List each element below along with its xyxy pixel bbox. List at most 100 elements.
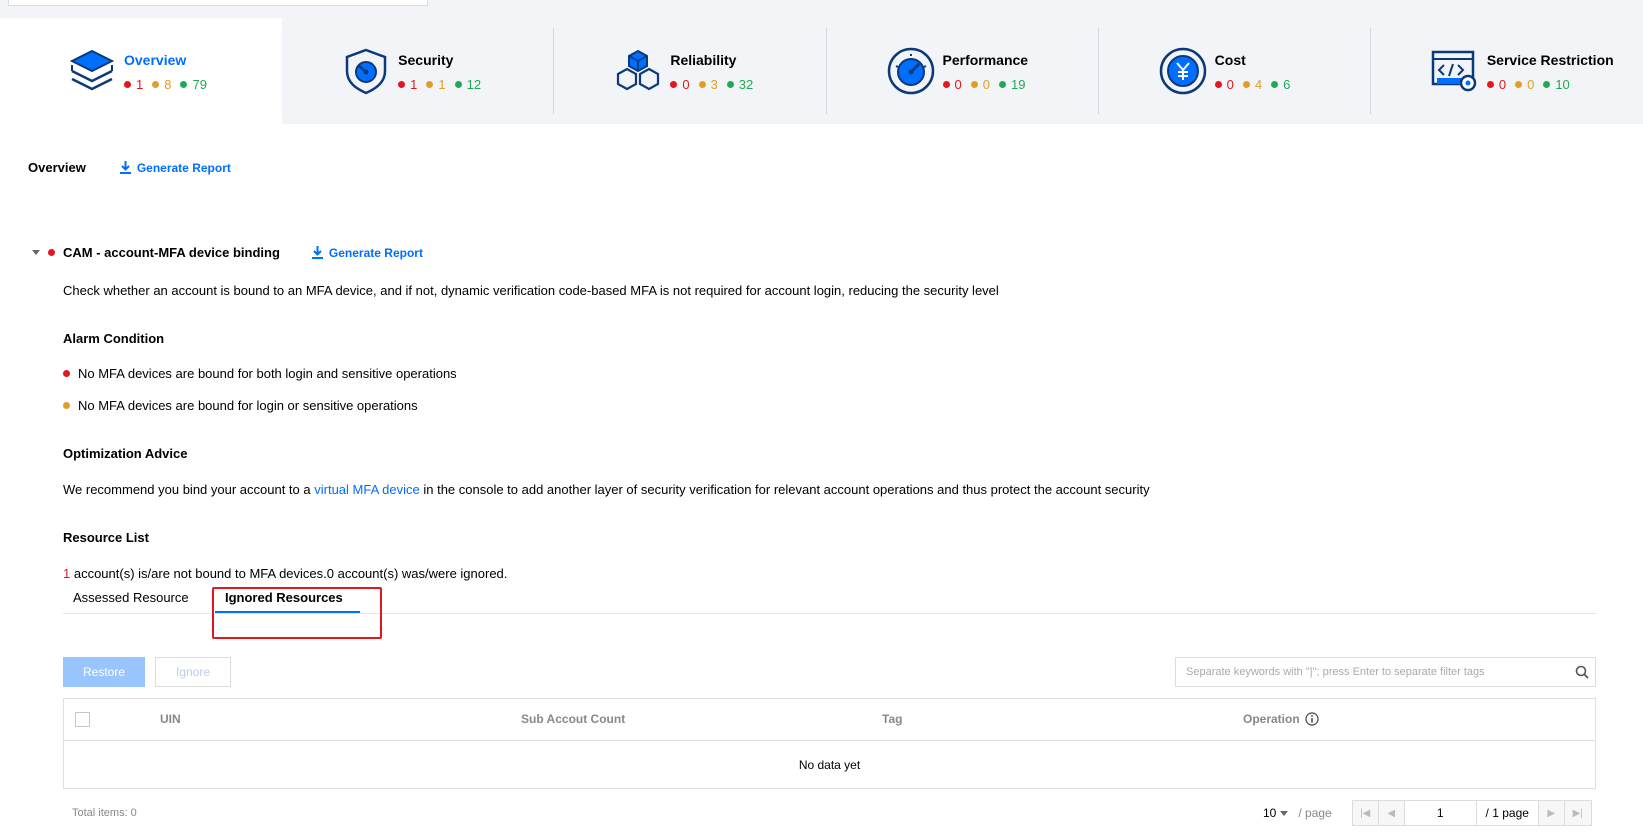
tab-cost-label: Cost xyxy=(1214,51,1246,68)
column-sub-account-count: Sub Accout Count xyxy=(521,712,626,726)
resource-table: UIN Sub Accout Count Tag Operation No da… xyxy=(63,698,1596,789)
column-uin: UIN xyxy=(160,712,181,726)
check-item-title: CAM - account-MFA device binding xyxy=(63,245,280,260)
high-risk-dot xyxy=(124,81,131,88)
tab-service-restriction-label: Service Restriction xyxy=(1486,51,1614,68)
highlight-annotation-box xyxy=(212,587,382,639)
high-count: 1 xyxy=(410,76,418,92)
restore-button[interactable]: Restore xyxy=(63,657,145,687)
last-page-icon[interactable]: ▶| xyxy=(1564,801,1591,825)
filter-search-input[interactable] xyxy=(1176,658,1569,686)
generate-report-button[interactable]: Generate Report xyxy=(119,160,231,175)
tab-performance[interactable]: Performance 0 0 19 xyxy=(827,18,1099,124)
medium-risk-dot xyxy=(970,81,978,88)
low-risk-dot xyxy=(1271,81,1279,88)
check-item-header: CAM - account-MFA device binding Generat… xyxy=(32,245,423,260)
tab-performance-label: Performance xyxy=(942,51,1029,68)
alarm-medium: No MFA devices are bound for login or se… xyxy=(63,398,418,413)
high-risk-dot xyxy=(1214,81,1222,88)
high-risk-dot xyxy=(48,249,55,256)
medium-risk-dot xyxy=(698,81,706,88)
tab-reliability-counts: 0 3 32 xyxy=(670,77,753,93)
tab-overview-label: Overview xyxy=(124,51,187,68)
tab-cost[interactable]: Cost 0 4 6 xyxy=(1099,18,1371,124)
per-page-label: / page xyxy=(1298,806,1332,820)
low-risk-dot xyxy=(454,81,462,88)
resource-list-title: Resource List xyxy=(63,530,149,545)
page-size-select[interactable]: 10 xyxy=(1263,806,1289,820)
ignore-button[interactable]: Ignore xyxy=(155,657,231,687)
alarm-condition-title: Alarm Condition xyxy=(63,331,165,346)
overview-title: Overview xyxy=(28,160,86,175)
pagination: 10 / page |◀ ◀ / 1 page ▶ ▶| xyxy=(1263,800,1592,826)
high-count: 1 xyxy=(136,76,144,92)
column-operation-label: Operation xyxy=(1243,712,1300,726)
yen-coin-icon xyxy=(1157,45,1209,97)
low-count: 6 xyxy=(1283,76,1291,92)
high-risk-dot xyxy=(942,81,950,88)
low-count: 10 xyxy=(1555,76,1570,92)
chevron-down-icon xyxy=(1280,810,1289,816)
medium-count: 0 xyxy=(1527,76,1535,92)
low-count: 79 xyxy=(192,76,207,92)
medium-count: 3 xyxy=(710,76,718,92)
prev-page-icon[interactable]: ◀ xyxy=(1378,801,1405,825)
select-all-checkbox[interactable] xyxy=(75,712,90,727)
tab-assessed-resource[interactable]: Assessed Resource xyxy=(73,590,189,605)
overview-header: Overview Generate Report xyxy=(28,160,231,175)
alarm-high: No MFA devices are bound for both login … xyxy=(63,366,457,381)
first-page-icon[interactable]: |◀ xyxy=(1352,801,1379,825)
tab-service-restriction[interactable]: Service Restriction 0 0 10 xyxy=(1371,18,1643,124)
tab-service-restriction-counts: 0 0 10 xyxy=(1486,76,1614,93)
advice-prefix: We recommend you bind your account to a xyxy=(63,482,315,497)
advice-suffix: in the console to add another layer of s… xyxy=(419,482,1150,497)
virtual-mfa-device-link[interactable]: virtual MFA device xyxy=(314,482,420,497)
high-risk-dot xyxy=(1486,81,1494,88)
low-risk-dot xyxy=(998,81,1006,88)
collapse-caret-icon[interactable] xyxy=(32,250,40,255)
tab-cost-counts: 0 4 6 xyxy=(1214,76,1291,93)
tab-reliability[interactable]: Reliability 0 3 32 xyxy=(554,18,827,124)
code-gear-icon xyxy=(1429,45,1481,97)
info-icon[interactable] xyxy=(1305,712,1319,726)
top-strip xyxy=(0,0,1643,18)
tab-security-label: Security xyxy=(398,51,454,68)
cubes-icon xyxy=(612,45,664,97)
download-icon xyxy=(119,161,131,174)
next-page-icon[interactable]: ▶ xyxy=(1538,801,1565,825)
high-risk-dot xyxy=(398,81,406,88)
generate-report-label: Generate Report xyxy=(136,160,231,175)
low-risk-dot xyxy=(1543,81,1551,88)
page-number-input[interactable] xyxy=(1404,801,1477,825)
high-count: 0 xyxy=(682,76,690,92)
download-icon xyxy=(311,246,323,259)
tab-overview-counts: 1 8 79 xyxy=(124,77,207,93)
table-header: UIN Sub Accout Count Tag Operation xyxy=(64,699,1595,741)
medium-count: 4 xyxy=(1254,76,1263,92)
table-empty-state: No data yet xyxy=(798,758,861,772)
high-count: 0 xyxy=(1226,76,1234,92)
total-items: Total items: 0 xyxy=(72,807,137,819)
top-search-input[interactable] xyxy=(8,0,428,6)
alarm-high-text: No MFA devices are bound for both login … xyxy=(78,366,457,381)
optimization-advice-title: Optimization Advice xyxy=(63,446,188,461)
search-icon[interactable] xyxy=(1569,665,1595,679)
low-count: 12 xyxy=(466,76,482,92)
low-risk-dot xyxy=(180,81,188,88)
low-count: 32 xyxy=(738,76,754,92)
low-risk-dot xyxy=(726,81,734,88)
check-generate-report-button[interactable]: Generate Report xyxy=(311,245,423,260)
high-count: 0 xyxy=(1498,76,1507,92)
medium-risk-dot xyxy=(426,81,434,88)
generate-report-label: Generate Report xyxy=(328,245,423,260)
tab-overview[interactable]: Overview 1 8 79 xyxy=(8,18,283,124)
check-description: Check whether an account is bound to an … xyxy=(63,283,999,298)
medium-risk-dot xyxy=(63,402,70,409)
page-navigator: |◀ ◀ / 1 page ▶ ▶| xyxy=(1351,800,1592,826)
medium-risk-dot xyxy=(1242,81,1250,88)
page-size-value: 10 xyxy=(1263,806,1277,820)
summary-text: account(s) is/are not bound to MFA devic… xyxy=(70,566,508,581)
medium-count: 0 xyxy=(982,76,990,92)
tab-reliability-label: Reliability xyxy=(670,51,737,68)
tab-security[interactable]: Security 1 1 12 xyxy=(282,18,555,124)
